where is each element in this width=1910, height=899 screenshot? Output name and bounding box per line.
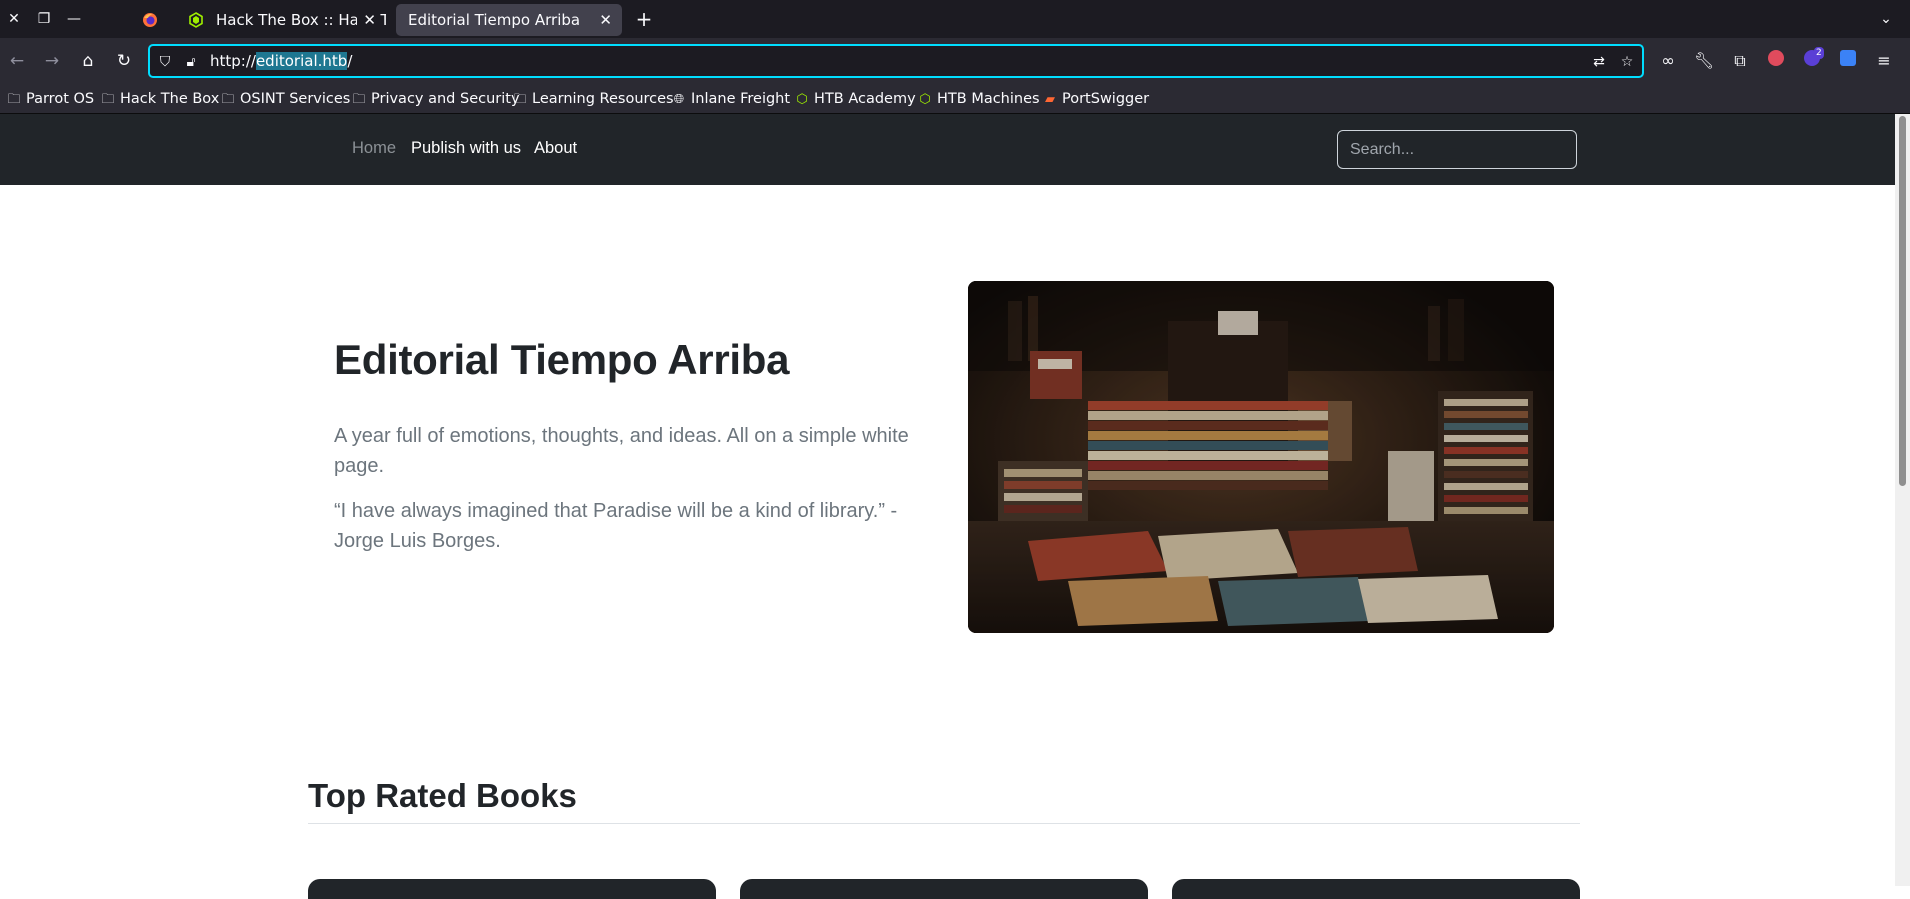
nav-home-link[interactable]: Home [352, 139, 396, 158]
bookmark-hack-the-box[interactable]: 🗀 Hack The Box [100, 89, 219, 110]
hero-bookstore-image [968, 281, 1554, 633]
forward-arrow-icon[interactable]: → [40, 49, 64, 73]
firefox-icon [143, 13, 157, 27]
bookmarks-toolbar: 🗀 Parrot OS 🗀 Hack The Box 🗀 OSINT Services… [0, 84, 1910, 114]
bookmark-learning-resources[interactable]: 🗀 Learning Resources [512, 89, 673, 110]
tab-bar: ✕ ❐ — Hack The Box :: Hack The Box ✕ Edi… [0, 0, 1910, 38]
insecure-lock-icon[interactable]: 🔓︎ [182, 53, 200, 71]
hackthebox-icon: ⬡ [919, 92, 931, 107]
nav-publish-link[interactable]: Publish with us [411, 139, 521, 158]
pinned-tab-firefox[interactable] [130, 4, 170, 36]
hackthebox-icon [189, 12, 203, 28]
globe-icon: 🌐︎ [673, 92, 685, 107]
bookmark-privacy-and-security[interactable]: 🗀 Privacy and Security [351, 89, 519, 110]
site-navbar: Home Publish with us About [0, 114, 1895, 185]
page-scrollbar[interactable] [1895, 114, 1910, 886]
search-input[interactable] [1337, 130, 1577, 169]
close-tab-icon[interactable]: ✕ [357, 4, 376, 36]
translate-icon[interactable]: ⇄ [1590, 53, 1608, 71]
extension-red-icon[interactable] [1764, 49, 1788, 73]
folder-icon: 🗀 [352, 92, 366, 107]
bookmark-inlane-freight[interactable]: 🌐︎ Inlane Freight [671, 89, 790, 110]
star-icon[interactable]: ☆ [1618, 53, 1636, 71]
back-arrow-icon[interactable]: ← [5, 49, 29, 73]
shield-icon[interactable]: ⛉ [156, 53, 174, 71]
reload-icon[interactable]: ↻ [112, 49, 136, 73]
folder-icon: 🗀 [513, 92, 527, 107]
bookmark-portswigger[interactable]: ▰ PortSwigger [1042, 89, 1149, 110]
close-tab-icon[interactable]: ✕ [599, 4, 612, 36]
tab-editorial[interactable]: Editorial Tiempo Arriba ✕ [396, 4, 622, 36]
book-card[interactable] [740, 879, 1148, 899]
hero-lead: A year full of emotions, thoughts, and i… [334, 425, 909, 477]
folder-icon: 🗀 [221, 92, 235, 107]
folder-icon: 🗀 [101, 92, 115, 107]
navigation-toolbar: ← → ⌂ ↻ ⛉ 🔓︎ http://editorial.htb/ ⇄ ☆ ∞… [0, 38, 1910, 84]
hamburger-menu-icon[interactable]: ≡ [1872, 49, 1896, 73]
nav-about-link[interactable]: About [534, 139, 577, 158]
tab-hackthebox[interactable]: Hack The Box :: Hack The Box ✕ [176, 4, 386, 36]
extension-purple-icon[interactable]: 2 [1800, 47, 1824, 73]
new-tab-icon[interactable]: + [634, 9, 654, 29]
hero-quote: “I have always imagined that Paradise wi… [334, 500, 898, 552]
bookmark-htb-machines[interactable]: ⬡ HTB Machines [917, 89, 1039, 110]
folder-icon: 🗀 [7, 92, 21, 107]
home-icon[interactable]: ⌂ [76, 49, 100, 73]
restore-window-icon[interactable]: ❐ [34, 9, 54, 29]
address-bar[interactable]: ⛉ 🔓︎ http://editorial.htb/ ⇄ ☆ [148, 44, 1644, 78]
puzzle-extension-icon[interactable]: ⧉ [1728, 49, 1752, 73]
book-card[interactable] [1172, 879, 1580, 899]
bookmark-parrot-os[interactable]: 🗀 Parrot OS [6, 89, 94, 110]
minimize-window-icon[interactable]: — [64, 9, 84, 29]
bookmark-htb-academy[interactable]: ⬡ HTB Academy [794, 89, 915, 110]
extension-badge: 2 [1814, 47, 1824, 59]
section-divider [308, 823, 1580, 824]
bookmark-osint-services[interactable]: 🗀 OSINT Services [220, 89, 350, 110]
tab-title: Editorial Tiempo Arriba [408, 11, 581, 29]
private-mask-icon[interactable]: ∞ [1656, 49, 1680, 73]
scrollbar-thumb[interactable] [1899, 116, 1906, 486]
book-card[interactable] [308, 879, 716, 899]
close-window-icon[interactable]: ✕ [4, 9, 24, 29]
hero-title: Editorial Tiempo Arriba [334, 336, 790, 383]
translate-extension-icon[interactable] [1836, 49, 1860, 73]
url-text[interactable]: http://editorial.htb/ [210, 52, 352, 70]
chevron-down-icon[interactable]: ⌄ [1876, 9, 1896, 29]
section-title: Top Rated Books [308, 777, 577, 814]
portswigger-icon: ▰ [1045, 92, 1055, 107]
hackthebox-icon: ⬡ [796, 92, 808, 107]
wrench-icon[interactable]: 🔧︎ [1692, 49, 1716, 73]
